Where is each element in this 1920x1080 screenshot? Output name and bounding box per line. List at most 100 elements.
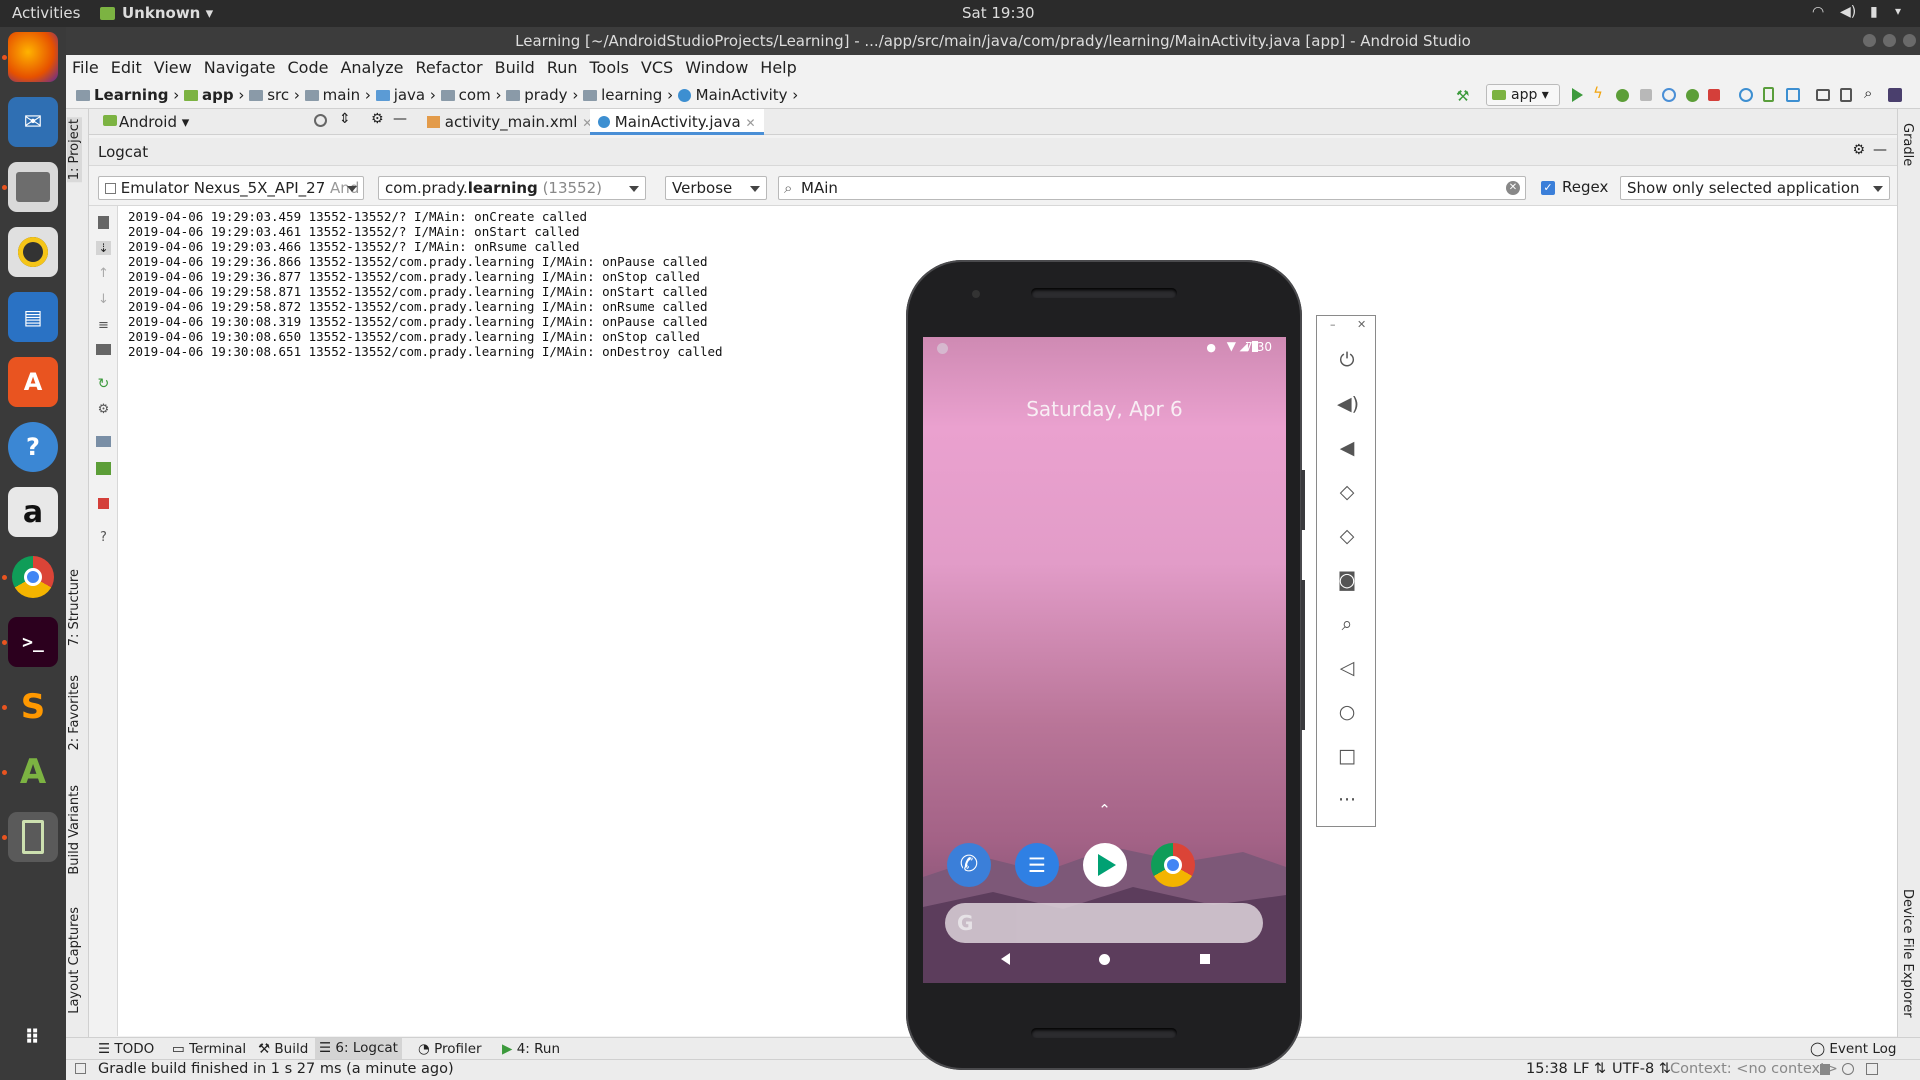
- down-arrow-icon[interactable]: ↓: [96, 292, 111, 307]
- tool-build-variants[interactable]: Build Variants: [67, 785, 82, 875]
- writer-icon[interactable]: ▤: [8, 292, 58, 342]
- tool-terminal[interactable]: ▭ Terminal: [172, 1041, 246, 1057]
- plugin-icon[interactable]: [1888, 88, 1902, 102]
- close-emulator-icon[interactable]: ✕: [1357, 318, 1366, 331]
- help-icon[interactable]: ?: [8, 422, 58, 472]
- tool-logcat[interactable]: ☰ 6: Logcat: [315, 1038, 402, 1059]
- app-menu[interactable]: Unknown ▾: [122, 4, 213, 22]
- activities-button[interactable]: Activities: [12, 4, 80, 22]
- minimize-button[interactable]: [1863, 34, 1876, 47]
- menu-tools[interactable]: Tools: [584, 55, 635, 81]
- regex-checkbox[interactable]: ✓: [1541, 181, 1555, 195]
- volume-icon[interactable]: ◀): [1840, 4, 1856, 20]
- menu-run[interactable]: Run: [541, 55, 584, 81]
- menu-help[interactable]: Help: [754, 55, 802, 81]
- menu-code[interactable]: Code: [282, 55, 335, 81]
- debug-icon[interactable]: [1616, 89, 1629, 102]
- menu-window[interactable]: Window: [679, 55, 754, 81]
- file-encoding[interactable]: UTF-8 ⇅: [1612, 1061, 1671, 1077]
- menu-analyze[interactable]: Analyze: [334, 55, 409, 81]
- software-icon[interactable]: A: [8, 357, 58, 407]
- screenshot-icon[interactable]: [96, 436, 111, 447]
- menu-edit[interactable]: Edit: [105, 55, 148, 81]
- phone-app-icon[interactable]: ✆: [947, 843, 991, 887]
- home-button[interactable]: [1099, 954, 1110, 965]
- breadcrumb-mainactivity[interactable]: MainActivity: [696, 86, 788, 104]
- context-indicator[interactable]: Context: <no context>: [1670, 1061, 1838, 1077]
- rotate-right-icon[interactable]: ◇: [1337, 526, 1357, 546]
- menu-navigate[interactable]: Navigate: [198, 55, 282, 81]
- tool-project[interactable]: 1: Project: [67, 117, 82, 183]
- search-icon[interactable]: ⌕: [1864, 84, 1880, 102]
- tool-structure[interactable]: 7: Structure: [67, 569, 82, 646]
- memory-icon[interactable]: [1866, 1063, 1878, 1075]
- breadcrumb-app[interactable]: app: [202, 86, 234, 104]
- make-project-icon[interactable]: ⚒: [1456, 87, 1472, 105]
- tool-event-log[interactable]: ◯ Event Log: [1810, 1041, 1896, 1057]
- sdk-manager-icon[interactable]: [1786, 88, 1800, 102]
- wifi-icon[interactable]: ◠: [1812, 4, 1824, 20]
- status-message[interactable]: Gradle build finished in 1 s 27 ms (a mi…: [98, 1061, 454, 1077]
- up-arrow-icon[interactable]: ↑: [96, 266, 111, 281]
- back-icon[interactable]: ◁: [1337, 658, 1357, 678]
- line-separator[interactable]: LF ⇅: [1573, 1061, 1606, 1077]
- layout-inspector-icon[interactable]: [1840, 88, 1852, 102]
- tab-activity-main-xml[interactable]: activity_main.xml ✕: [419, 109, 600, 135]
- messages-app-icon[interactable]: ☰: [1015, 843, 1059, 887]
- tool-build[interactable]: ⚒ Build: [258, 1041, 308, 1057]
- chrome-icon[interactable]: [8, 552, 58, 602]
- close-tab-icon[interactable]: ✕: [746, 116, 756, 130]
- minimize-emulator-icon[interactable]: –: [1330, 318, 1336, 331]
- stop-icon[interactable]: [1708, 89, 1720, 101]
- tool-favorites[interactable]: 2: Favorites: [67, 675, 82, 751]
- system-menu-chevron-icon[interactable]: ▾: [1895, 4, 1901, 18]
- tool-todo[interactable]: ☰ TODO: [98, 1041, 154, 1057]
- more-icon[interactable]: ···: [1337, 790, 1357, 810]
- breadcrumb-src[interactable]: src: [267, 86, 289, 104]
- filter-config-select[interactable]: Show only selected application: [1620, 176, 1890, 200]
- breadcrumb-prady[interactable]: prady: [524, 86, 567, 104]
- rhythmbox-icon[interactable]: [8, 227, 58, 277]
- breadcrumb-learning-pkg[interactable]: learning: [601, 86, 662, 104]
- menu-refactor[interactable]: Refactor: [410, 55, 489, 81]
- caret-position[interactable]: 15:38: [1526, 1061, 1568, 1077]
- tool-gradle[interactable]: Gradle: [1900, 123, 1915, 166]
- maximize-button[interactable]: [1883, 34, 1896, 47]
- attach-debugger-icon[interactable]: [1640, 89, 1652, 101]
- project-structure-icon[interactable]: [1816, 89, 1830, 101]
- inspector-icon[interactable]: [1842, 1063, 1854, 1075]
- print-icon[interactable]: [96, 344, 111, 355]
- breadcrumb-learning[interactable]: Learning: [94, 86, 169, 104]
- camera-icon[interactable]: ◙: [1337, 570, 1357, 590]
- sublime-text-icon[interactable]: S: [8, 682, 58, 732]
- scroll-to-end-icon[interactable]: ⇣: [96, 241, 111, 255]
- menu-vcs[interactable]: VCS: [635, 55, 679, 81]
- overview-button[interactable]: [1200, 954, 1210, 964]
- app-drawer-chevron-icon[interactable]: ⌃: [923, 801, 1286, 819]
- breadcrumb-com[interactable]: com: [459, 86, 491, 104]
- log-level-select[interactable]: Verbose: [665, 176, 767, 200]
- power-icon[interactable]: ⏻: [1337, 350, 1357, 370]
- gear-icon[interactable]: ⚙: [96, 402, 111, 417]
- breadcrumb-main[interactable]: main: [323, 86, 360, 104]
- google-search-bar[interactable]: G: [945, 903, 1263, 943]
- run-icon[interactable]: [1572, 88, 1583, 102]
- process-select[interactable]: com.prady.learning (13552): [378, 176, 646, 200]
- menu-view[interactable]: View: [148, 55, 198, 81]
- status-toggle-icon[interactable]: [75, 1063, 86, 1074]
- android-studio-icon[interactable]: A: [8, 747, 58, 797]
- back-button[interactable]: [1001, 953, 1010, 965]
- hide-icon[interactable]: —: [393, 111, 407, 127]
- tool-profiler[interactable]: ◔ Profiler: [418, 1041, 482, 1057]
- tool-run[interactable]: ▶ 4: Run: [502, 1041, 560, 1057]
- restart-icon[interactable]: ↻: [96, 376, 111, 392]
- rotate-left-icon[interactable]: ◇: [1337, 482, 1357, 502]
- screen-record-icon[interactable]: [96, 462, 111, 475]
- tool-device-file-explorer[interactable]: Device File Explorer: [1900, 889, 1915, 1018]
- sync-gradle-icon[interactable]: [1739, 88, 1753, 102]
- breadcrumb-java[interactable]: java: [394, 86, 425, 104]
- firefox-icon[interactable]: [8, 32, 58, 82]
- amazon-icon[interactable]: a: [8, 487, 58, 537]
- gear-icon[interactable]: ⚙: [1852, 142, 1865, 158]
- overview-icon[interactable]: □: [1337, 746, 1357, 766]
